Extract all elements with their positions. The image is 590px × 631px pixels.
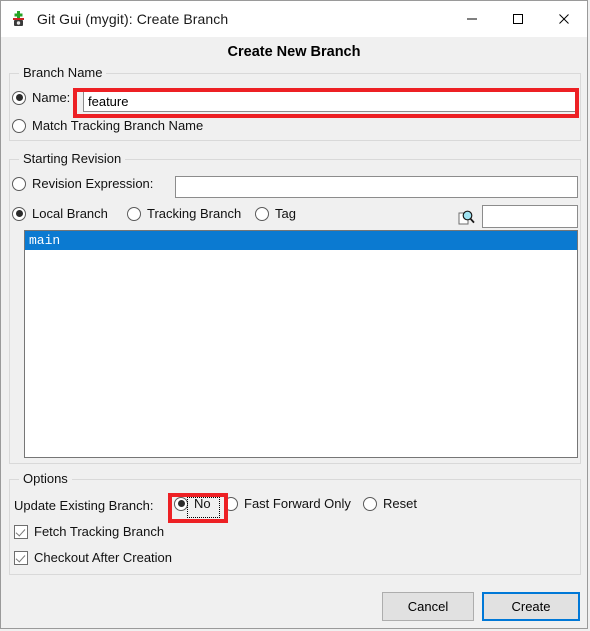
close-icon[interactable] <box>541 1 587 37</box>
update-fast-forward-radio-label: Fast Forward Only <box>244 496 351 511</box>
match-tracking-radio-row[interactable]: Match Tracking Branch Name <box>12 118 203 133</box>
name-radio-label: Name: <box>32 90 71 105</box>
update-reset-radio-row[interactable]: Reset <box>363 496 417 511</box>
revision-expression-input[interactable] <box>175 176 578 198</box>
update-no-radio-row[interactable]: No <box>174 496 211 511</box>
magnifier-icon[interactable] <box>452 205 480 228</box>
maximize-icon[interactable] <box>495 1 541 37</box>
update-no-radio[interactable] <box>174 496 188 511</box>
tag-radio[interactable] <box>255 206 269 221</box>
cancel-button[interactable]: Cancel <box>382 592 474 621</box>
starting-revision-group-label: Starting Revision <box>19 151 126 167</box>
options-group-label: Options <box>19 471 72 487</box>
checkout-after-creation-checkbox-row[interactable]: Checkout After Creation <box>14 550 172 565</box>
local-branch-radio-label: Local Branch <box>32 206 108 221</box>
checkout-after-creation-label: Checkout After Creation <box>34 550 173 565</box>
git-gui-icon <box>9 9 29 29</box>
tag-radio-label: Tag <box>275 206 296 221</box>
revision-listbox[interactable]: main <box>24 230 578 458</box>
tracking-branch-radio-label: Tracking Branch <box>147 206 242 221</box>
window-title: Git Gui (mygit): Create Branch <box>37 11 229 27</box>
update-reset-radio[interactable] <box>363 496 377 511</box>
update-fast-forward-radio[interactable] <box>224 496 238 511</box>
local-branch-radio[interactable] <box>12 206 26 221</box>
revision-filter-input[interactable] <box>482 205 578 228</box>
revision-expression-radio-label: Revision Expression: <box>32 176 154 191</box>
fetch-tracking-checkbox-row[interactable]: Fetch Tracking Branch <box>14 524 164 539</box>
revision-expression-radio[interactable] <box>12 176 26 191</box>
options-group: Options Update Existing Branch: No Fast … <box>9 471 581 575</box>
match-tracking-radio-label: Match Tracking Branch Name <box>32 118 204 133</box>
update-reset-radio-label: Reset <box>383 496 417 511</box>
checkout-after-creation-checkbox[interactable] <box>14 550 28 565</box>
branch-name-input[interactable]: feature <box>83 90 578 112</box>
tracking-branch-radio[interactable] <box>127 206 141 221</box>
update-no-radio-label: No <box>194 496 211 511</box>
window-controls <box>449 1 587 37</box>
update-existing-branch-label: Update Existing Branch: <box>14 498 154 513</box>
tag-radio-row[interactable]: Tag <box>255 206 296 221</box>
local-branch-radio-row[interactable]: Local Branch <box>12 206 108 221</box>
fetch-tracking-checkbox[interactable] <box>14 524 28 539</box>
update-fast-forward-radio-row[interactable]: Fast Forward Only <box>224 496 351 511</box>
page-title: Create New Branch <box>1 38 587 66</box>
create-button[interactable]: Create <box>482 592 580 621</box>
name-radio-row[interactable]: Name: <box>12 90 70 105</box>
revision-expression-radio-row[interactable]: Revision Expression: <box>12 176 153 191</box>
title-bar: Git Gui (mygit): Create Branch <box>1 1 587 38</box>
starting-revision-group: Starting Revision Revision Expression: L… <box>9 151 581 464</box>
tracking-branch-radio-row[interactable]: Tracking Branch <box>127 206 241 221</box>
minimize-icon[interactable] <box>449 1 495 37</box>
branch-name-group-label: Branch Name <box>19 65 107 81</box>
branch-name-group: Branch Name Name: feature Match Tracking… <box>9 65 581 141</box>
create-branch-dialog: Git Gui (mygit): Create Branch Create Ne… <box>0 0 588 629</box>
fetch-tracking-label: Fetch Tracking Branch <box>34 524 165 539</box>
list-item[interactable]: main <box>25 231 577 250</box>
match-tracking-radio[interactable] <box>12 118 26 133</box>
name-radio[interactable] <box>12 90 26 105</box>
